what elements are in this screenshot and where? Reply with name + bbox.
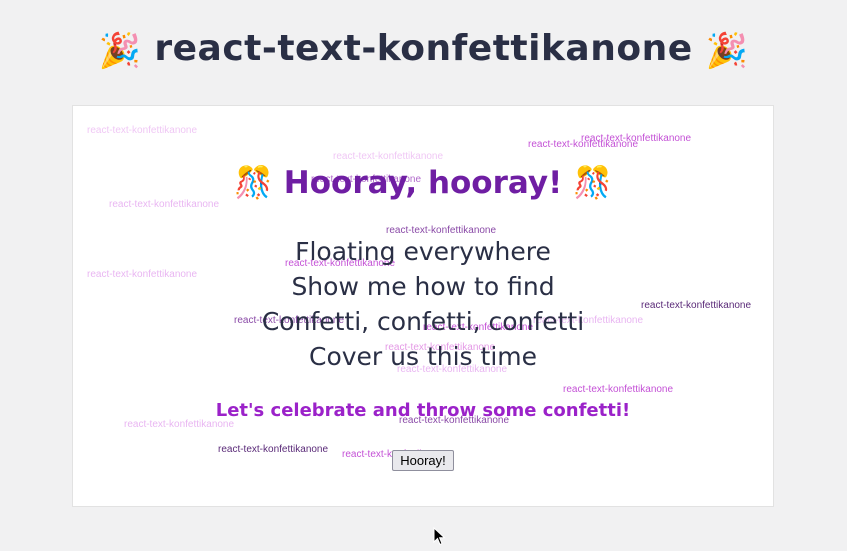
confetti-text: react-text-konfettikanone (87, 125, 198, 136)
demo-card: react-text-konfettikanone react-text-kon… (72, 105, 774, 507)
lyric-line: Show me how to find (291, 272, 555, 301)
confetti-ball-icon: 🎊 (234, 165, 273, 201)
mouse-cursor-icon (433, 527, 446, 546)
confetti-text: react-text-konfettikanone (218, 444, 329, 455)
lyric-line: Cover us this time (308, 342, 537, 371)
lyric-line: Floating everywhere (295, 237, 551, 266)
confetti-ball-icon: 🎊 (573, 165, 612, 201)
lyric-line: Confetti, confetti, confetti (261, 307, 585, 336)
party-popper-icon: 🎉 (705, 31, 749, 71)
hooray-heading: 🎊 Hooray, hooray! 🎊 (73, 164, 773, 201)
party-popper-icon: 🎉 (98, 31, 142, 71)
confetti-text: react-text-konfettikanone (581, 133, 692, 144)
hooray-heading-text: Hooray, hooray! (283, 165, 563, 201)
page-title-text: react-text-konfettikanone (154, 28, 693, 69)
hooray-button[interactable]: Hooray! (392, 450, 454, 471)
page-title: 🎉 react-text-konfettikanone 🎉 (0, 28, 847, 71)
confetti-text: react-text-konfettikanone (563, 384, 674, 395)
lyrics-block: Floating everywhere Show me how to find … (73, 234, 773, 374)
celebrate-text: Let's celebrate and throw some confetti! (215, 400, 631, 421)
confetti-text: react-text-konfettikanone (333, 151, 444, 162)
